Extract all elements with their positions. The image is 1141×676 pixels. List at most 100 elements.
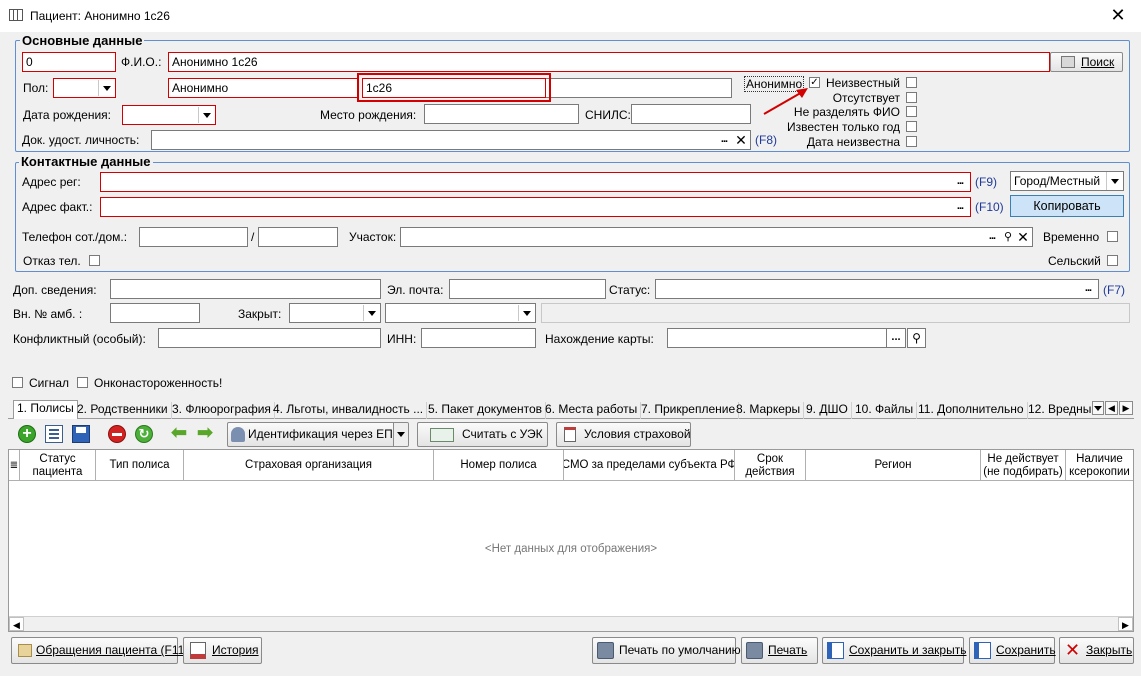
col-header-copy[interactable]: Наличие ксерокопии <box>1066 450 1133 481</box>
ellipsis-icon[interactable]: ... <box>1080 281 1096 297</box>
tab-list-button[interactable] <box>1092 401 1104 415</box>
tab-dsho[interactable]: 9. ДШО <box>803 402 852 419</box>
tab-additional[interactable]: 11. Дополнительно <box>915 402 1028 419</box>
doc-fkey: (F8) <box>755 133 777 147</box>
signal-checkbox[interactable] <box>12 377 23 388</box>
phone-home-field[interactable] <box>258 227 338 247</box>
history-button[interactable]: История <box>183 637 262 664</box>
absent-checkbox[interactable] <box>906 92 917 103</box>
patient-id-field[interactable]: 0 <box>22 52 116 72</box>
tab-markers[interactable]: 8. Маркеры <box>733 402 805 419</box>
col-header-policy-number[interactable]: Номер полиса <box>434 450 564 481</box>
refuse-phone-checkbox[interactable] <box>89 255 100 266</box>
addr-fact-field[interactable]: ... <box>100 197 971 217</box>
ellipsis-icon[interactable]: ... <box>716 132 732 148</box>
clear-icon[interactable]: ✕ <box>734 132 748 148</box>
arrow-left-icon[interactable]: ⬅ <box>170 423 188 443</box>
ellipsis-icon[interactable]: ... <box>952 199 968 215</box>
epgu-identification-button[interactable]: Идентификация через ЕПИС <box>227 422 409 447</box>
addr-fact-fkey: (F10) <box>975 200 1004 214</box>
only-year-checkbox[interactable] <box>906 121 917 132</box>
chevron-down-icon[interactable] <box>1106 172 1122 190</box>
tab-files[interactable]: 10. Файлы <box>852 402 918 419</box>
clear-icon[interactable]: ✕ <box>1016 229 1030 245</box>
tab-relatives[interactable]: 2. Родственники <box>74 402 172 419</box>
doc-field[interactable]: ... ✕ <box>151 130 751 150</box>
tab-harmful[interactable]: 12. Вредны <box>1025 402 1091 419</box>
col-header-region[interactable]: Регион <box>806 450 981 481</box>
chevron-down-icon <box>198 107 214 123</box>
tab-attachment[interactable]: 7. Прикрепление <box>638 402 740 419</box>
rural-checkbox[interactable] <box>1107 255 1118 266</box>
col-header-inactive[interactable]: Не действует (не подбирать) <box>981 450 1066 481</box>
scroll-left-icon[interactable]: ◀ <box>9 617 24 631</box>
tab-documents[interactable]: 5. Пакет документов <box>425 402 547 419</box>
tab-benefits[interactable]: 4. Льготы, инвалидность ... <box>270 402 428 419</box>
amb-number-field[interactable] <box>110 303 200 323</box>
fio-field[interactable]: Анонимно 1с26 <box>168 52 1050 72</box>
closed-reason-select[interactable] <box>385 303 536 323</box>
no-split-fio-checkbox[interactable] <box>906 106 917 117</box>
arrow-right-icon[interactable]: ➡ <box>196 423 214 443</box>
ellipsis-icon[interactable]: ... <box>984 229 1000 245</box>
addr-reg-field[interactable]: ... <box>100 172 971 192</box>
temp-checkbox[interactable] <box>1107 231 1118 242</box>
column-chooser-icon[interactable]: ≣ <box>9 450 20 481</box>
add-icon[interactable]: + <box>18 425 36 443</box>
save-and-close-button[interactable]: Сохранить и закрыть <box>822 637 966 664</box>
area-field[interactable]: ... ⚲ ✕ <box>400 227 1033 247</box>
delete-icon[interactable] <box>108 425 126 443</box>
close-button[interactable]: ✕ Закрыть <box>1059 637 1134 664</box>
close-window-icon[interactable]: ✕ <box>1107 4 1129 26</box>
search-book-icon <box>1061 56 1075 68</box>
add-info-field[interactable] <box>110 279 381 299</box>
tab-workplaces[interactable]: 6. Места работы <box>542 402 642 419</box>
phone-mobile-field[interactable] <box>139 227 248 247</box>
birthplace-field[interactable] <box>424 104 579 124</box>
date-unknown-checkbox[interactable] <box>906 136 917 147</box>
scroll-right-icon[interactable]: ▶ <box>1118 617 1133 631</box>
search-button[interactable]: Поиск <box>1050 52 1123 72</box>
search-icon[interactable]: ⚲ <box>1001 229 1015 245</box>
read-uek-button[interactable]: Считать с УЭК <box>417 422 548 447</box>
epgu-identification-label: Идентификация через ЕПИС <box>248 427 409 441</box>
middlename-field[interactable] <box>545 78 732 98</box>
col-header-outside-smo[interactable]: СМО за пределами субъекта РФ <box>564 450 735 481</box>
chevron-down-icon[interactable] <box>393 423 408 446</box>
unknown-checkbox[interactable] <box>906 77 917 88</box>
col-header-policy-type[interactable]: Тип полиса <box>96 450 184 481</box>
patient-visits-button[interactable]: Обращения пациента (F11) <box>11 637 188 664</box>
read-uek-label: Считать с УЭК <box>462 427 543 441</box>
tab-fluorography[interactable]: 3. Флюорография <box>169 402 275 419</box>
closed-select[interactable] <box>289 303 381 323</box>
conflict-field[interactable] <box>158 328 381 348</box>
tab-polices[interactable]: 1. Полисы <box>13 400 78 419</box>
ellipsis-icon[interactable]: ... <box>952 174 968 190</box>
tab-scroll-left[interactable]: ◀ <box>1105 401 1118 415</box>
card-search-button[interactable]: ⚲ <box>907 328 926 348</box>
col-header-validity[interactable]: Срок действия <box>735 450 806 481</box>
edit-icon[interactable] <box>45 425 63 443</box>
col-header-insurer[interactable]: Страховая организация <box>184 450 434 481</box>
refresh-icon[interactable]: ↻ <box>135 425 153 443</box>
card-ellipsis-button[interactable]: ... <box>886 328 906 348</box>
lastname-field[interactable]: Анонимно <box>168 78 358 98</box>
inn-field[interactable] <box>421 328 536 348</box>
print-button[interactable]: Печать <box>741 637 818 664</box>
birthdate-field[interactable] <box>122 105 216 125</box>
col-header-status[interactable]: Статус пациента <box>20 450 96 481</box>
search-icon: ⚲ <box>912 331 921 345</box>
onco-checkbox[interactable] <box>77 377 88 388</box>
sex-select[interactable] <box>53 78 116 98</box>
tab-scroll-right[interactable]: ▶ <box>1119 401 1133 415</box>
print-default-button[interactable]: Печать по умолчанию <box>592 637 741 664</box>
snils-field[interactable] <box>631 104 751 124</box>
grid-hscrollbar[interactable]: ◀ ▶ <box>9 616 1133 631</box>
status-field[interactable]: ... <box>655 279 1099 299</box>
save-button[interactable]: Сохранить <box>969 637 1056 664</box>
copy-button[interactable]: Копировать <box>1010 195 1124 217</box>
save-icon[interactable] <box>72 425 90 443</box>
insurance-conditions-button[interactable]: Условия страховой <box>556 422 691 447</box>
email-field[interactable] <box>449 279 606 299</box>
card-location-field[interactable] <box>667 328 887 348</box>
